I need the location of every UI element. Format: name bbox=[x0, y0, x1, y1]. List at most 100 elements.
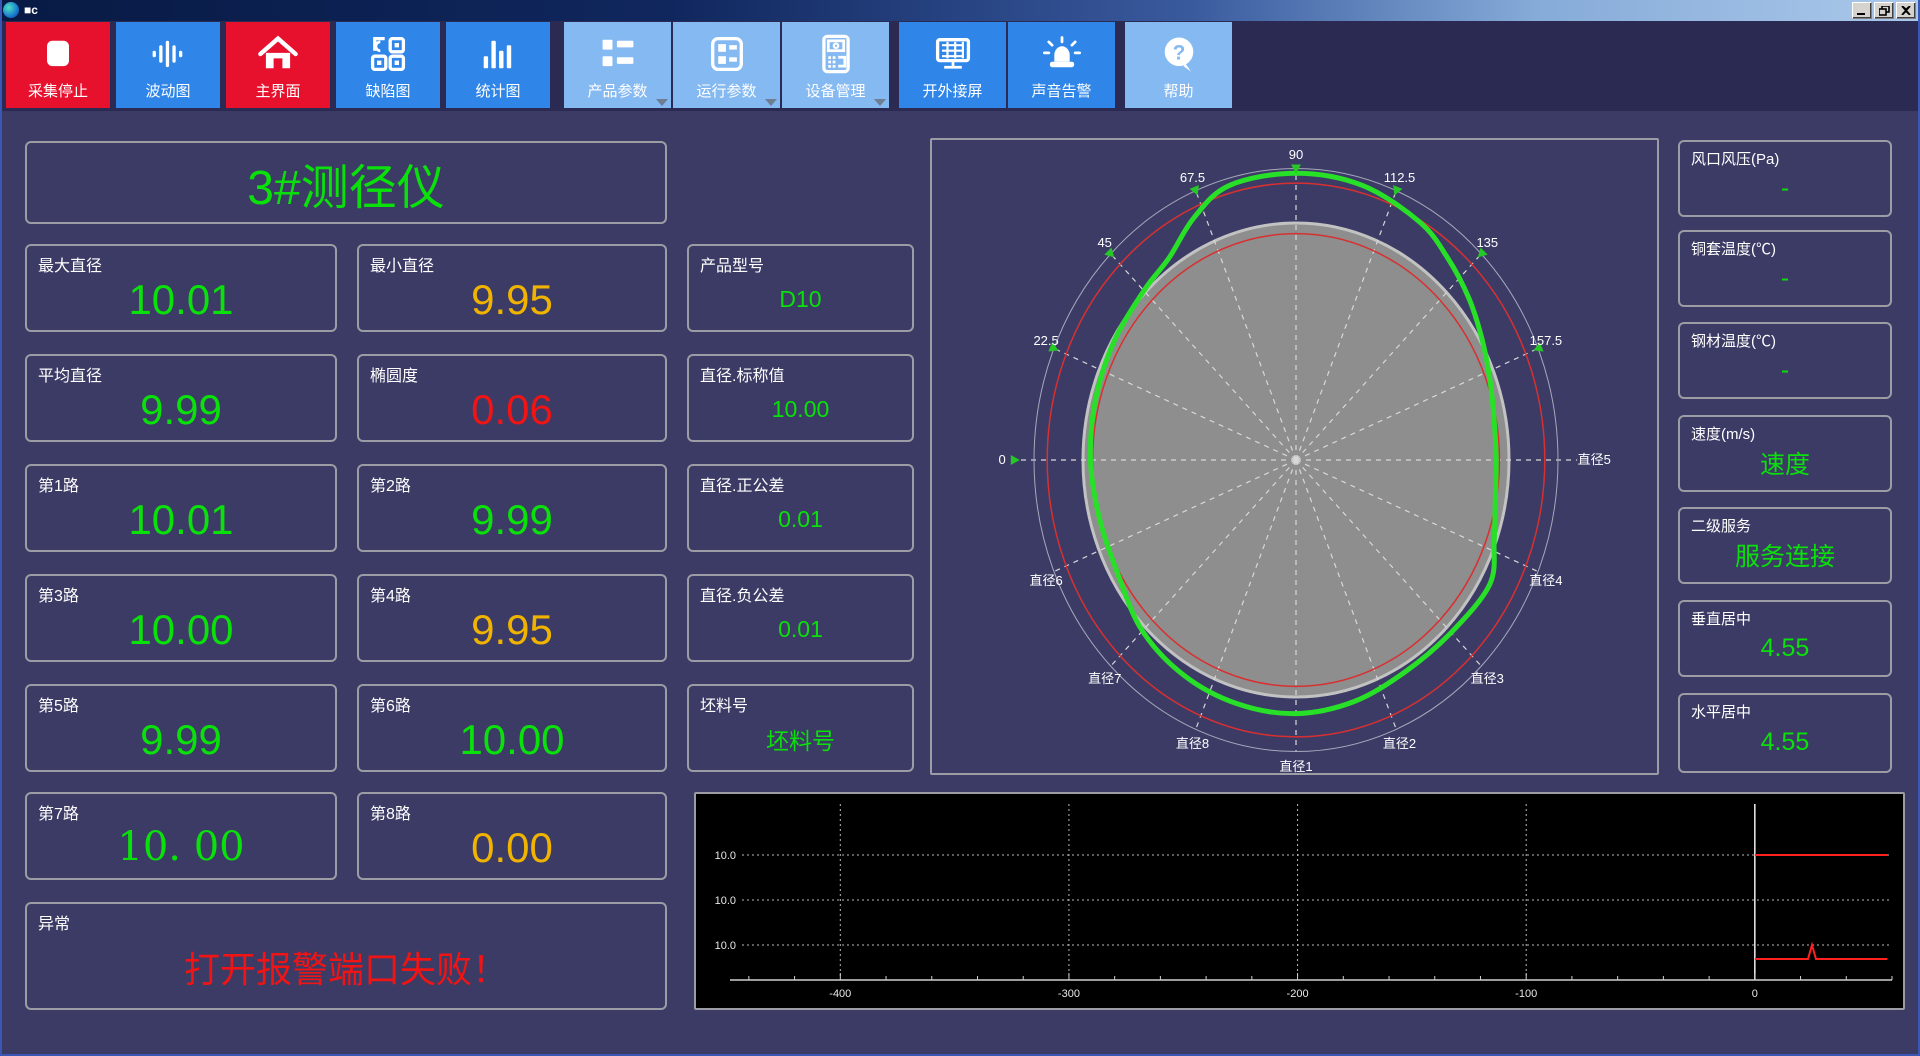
metric-card-nominal-diameter: 直径.标称值 10.00 bbox=[687, 354, 914, 442]
metric-value: 10.00 bbox=[771, 395, 830, 422]
window-title: ■c bbox=[24, 3, 38, 17]
toolbar-button-sound-alarm[interactable]: 声音告警 bbox=[1008, 22, 1115, 108]
status-label: 风口风压(Pa) bbox=[1691, 151, 1780, 168]
status-value: - bbox=[1780, 355, 1790, 384]
status-label: 垂直居中 bbox=[1691, 611, 1752, 628]
minimize-button[interactable] bbox=[1852, 2, 1872, 19]
svg-text:10.0: 10.0 bbox=[715, 850, 736, 862]
status-value: 服务连接 bbox=[1734, 543, 1835, 571]
close-icon bbox=[1901, 6, 1911, 15]
svg-text:157.5: 157.5 bbox=[1530, 333, 1563, 348]
waveform-icon bbox=[146, 32, 190, 76]
toolbar-button-run-params[interactable]: 运行参数 bbox=[673, 22, 780, 108]
svg-text:?: ? bbox=[1172, 42, 1185, 65]
metric-value: 9.95 bbox=[471, 606, 553, 653]
toolbar-button-label: 波动图 bbox=[145, 83, 191, 100]
toolbar-button-label: 主界面 bbox=[255, 83, 301, 100]
dropdown-arrow-icon bbox=[765, 99, 777, 106]
status-card-wind-pressure: 风口风压(Pa) - bbox=[1678, 140, 1892, 217]
metric-label: 直径.负公差 bbox=[700, 588, 785, 605]
toolbar-button-defect-map[interactable]: 缺陷图 bbox=[336, 22, 440, 108]
metric-card-path7: 第7路 10. 00 bbox=[25, 792, 337, 880]
metric-label: 椭圆度 bbox=[370, 368, 419, 385]
svg-text:135: 135 bbox=[1476, 235, 1498, 250]
toolbar-button-device-manage[interactable]: 设备管理 bbox=[782, 22, 889, 108]
product-params-icon bbox=[596, 32, 640, 76]
toolbar-button-label: 帮助 bbox=[1163, 83, 1194, 100]
svg-text:直径2: 直径2 bbox=[1383, 736, 1416, 751]
svg-text:直径8: 直径8 bbox=[1176, 736, 1209, 751]
metric-value: 9.99 bbox=[140, 716, 222, 763]
metric-label: 第3路 bbox=[38, 588, 79, 605]
metric-card-product-model: 产品型号 D10 bbox=[687, 244, 914, 332]
svg-text:直径1: 直径1 bbox=[1279, 759, 1312, 773]
toolbar-button-stop-capture[interactable]: 采集停止 bbox=[6, 22, 110, 108]
toolbar-button-label: 统计图 bbox=[475, 83, 521, 100]
trend-chart-canvas: 10.0 10.0 10.0 -400 -300 -200 -100 0 bbox=[715, 804, 1893, 1000]
toolbar-button-help[interactable]: ? 帮助 bbox=[1125, 22, 1232, 108]
toolbar-button-label: 缺陷图 bbox=[365, 83, 411, 100]
metric-value: 9.95 bbox=[471, 276, 553, 323]
svg-text:45: 45 bbox=[1097, 235, 1111, 250]
status-card-steel-temp: 钢材温度(℃) - bbox=[1678, 322, 1892, 399]
metric-label: 第8路 bbox=[370, 806, 411, 823]
toolbar-button-external-screen[interactable]: 开外接屏 bbox=[899, 22, 1006, 108]
toolbar-button-label: 采集停止 bbox=[27, 83, 88, 100]
toolbar-button-label: 设备管理 bbox=[805, 83, 866, 100]
gauge-title-card: 3#测径仪 bbox=[25, 141, 667, 224]
status-value: - bbox=[1780, 173, 1790, 202]
app-logo-icon bbox=[3, 2, 19, 18]
toolbar-button-statistics-chart[interactable]: 统计图 bbox=[446, 22, 550, 108]
alarm-icon bbox=[1040, 32, 1084, 76]
status-card-sleeve-temp: 铜套温度(℃) - bbox=[1678, 230, 1892, 307]
metric-value: 9.99 bbox=[471, 496, 553, 543]
metric-value: 10.00 bbox=[128, 606, 234, 653]
status-value: 4.55 bbox=[1760, 728, 1810, 756]
external-screen-icon bbox=[931, 32, 975, 76]
toolbar-button-label: 产品参数 bbox=[587, 83, 648, 100]
metric-value: 10.01 bbox=[128, 276, 234, 323]
svg-text:0: 0 bbox=[1752, 988, 1758, 1000]
metric-label: 直径.正公差 bbox=[700, 478, 785, 495]
svg-text:直径7: 直径7 bbox=[1088, 671, 1121, 686]
metric-label: 直径.标称值 bbox=[700, 368, 785, 385]
svg-text:-100: -100 bbox=[1515, 988, 1537, 1000]
metric-card-path2: 第2路 9.99 bbox=[357, 464, 667, 552]
minimize-icon bbox=[1857, 13, 1865, 15]
status-card-speed: 速度(m/s) 速度 bbox=[1678, 415, 1892, 492]
home-icon bbox=[256, 32, 300, 76]
svg-text:直径4: 直径4 bbox=[1529, 573, 1562, 588]
toolbar-button-label: 运行参数 bbox=[696, 83, 757, 100]
svg-text:22.5: 22.5 bbox=[1033, 333, 1058, 348]
metric-label: 第2路 bbox=[370, 478, 411, 495]
toolbar-button-label: 开外接屏 bbox=[922, 83, 983, 100]
metric-card-path8: 第8路 0.00 bbox=[357, 792, 667, 880]
status-label: 钢材温度(℃) bbox=[1691, 333, 1776, 350]
status-card-service: 二级服务 服务连接 bbox=[1678, 507, 1892, 584]
metric-value: 10. 00 bbox=[117, 824, 245, 870]
metric-label: 第7路 bbox=[38, 806, 79, 823]
svg-text:-300: -300 bbox=[1058, 988, 1080, 1000]
svg-text:90: 90 bbox=[1289, 147, 1303, 162]
close-button[interactable] bbox=[1896, 2, 1916, 19]
metric-card-path1: 第1路 10.01 bbox=[25, 464, 337, 552]
gauge-app-window: ■c 采集停止 波动图 主界面 缺陷图 统计图 产品参数 运行参数 设备管理 开… bbox=[0, 0, 1920, 1056]
metric-value: 坯料号 bbox=[766, 728, 835, 754]
main-toolbar: 采集停止 波动图 主界面 缺陷图 统计图 产品参数 运行参数 设备管理 开外接屏… bbox=[0, 21, 1920, 111]
svg-text:10.0: 10.0 bbox=[715, 895, 736, 907]
status-card-horizontal-center: 水平居中 4.55 bbox=[1678, 693, 1892, 773]
restore-button[interactable] bbox=[1874, 2, 1894, 19]
svg-text:67.5: 67.5 bbox=[1180, 170, 1205, 185]
svg-text:10.0: 10.0 bbox=[715, 940, 736, 952]
toolbar-button-product-params[interactable]: 产品参数 bbox=[564, 22, 671, 108]
toolbar-button-wave-chart[interactable]: 波动图 bbox=[116, 22, 220, 108]
toolbar-button-main-screen[interactable]: 主界面 bbox=[226, 22, 330, 108]
status-label: 铜套温度(℃) bbox=[1691, 241, 1776, 258]
metric-card-pos-tolerance: 直径.正公差 0.01 bbox=[687, 464, 914, 552]
dropdown-arrow-icon bbox=[874, 99, 886, 106]
metric-card-ovality: 椭圆度 0.06 bbox=[357, 354, 667, 442]
metric-value: 0.01 bbox=[778, 615, 823, 642]
cross-section-polar-chart: 0 22.5 45 67.5 90 112.5 135 157.5 直径5 直径4 直径3 直径2 直径… bbox=[930, 138, 1659, 775]
metric-card-path6: 第6路 10.00 bbox=[357, 684, 667, 772]
help-icon: ? bbox=[1157, 32, 1201, 76]
